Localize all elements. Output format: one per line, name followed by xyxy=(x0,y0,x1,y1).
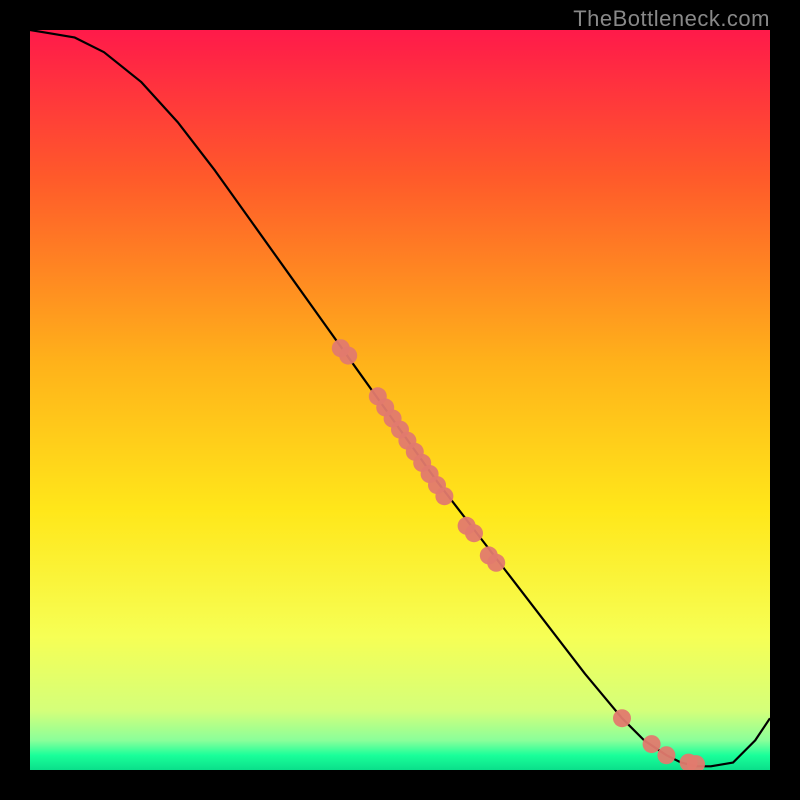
plot-area xyxy=(30,30,770,770)
chart-container: TheBottleneck.com xyxy=(0,0,800,800)
watermark-text: TheBottleneck.com xyxy=(573,6,770,32)
curve-line xyxy=(30,30,770,766)
scatter-points xyxy=(332,339,705,770)
chart-overlay xyxy=(30,30,770,770)
